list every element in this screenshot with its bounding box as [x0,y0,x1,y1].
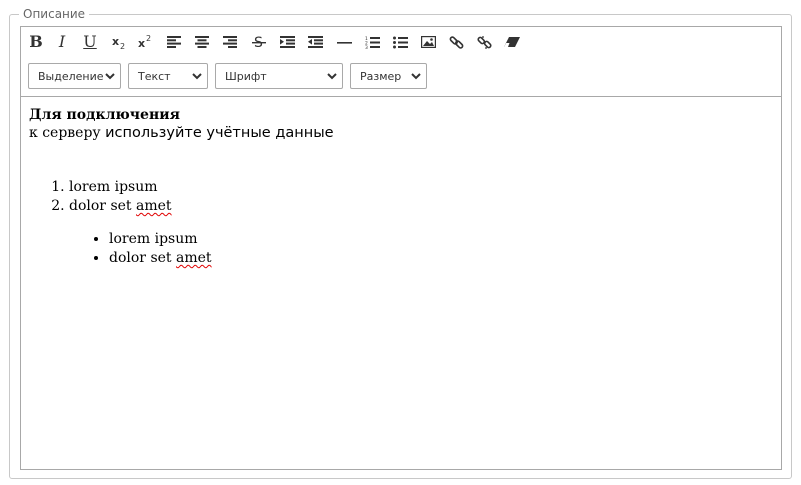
bold-line: Для подключения [29,107,180,123]
italic-icon: I [58,32,66,51]
bold-icon: B [29,32,43,51]
list-item: lorem ipsum [109,230,773,249]
unordered-list: lorem ipsum dolor set amet [29,230,773,268]
list-item-text: dolor set amet [109,250,212,266]
outdent-icon [307,36,323,48]
selection-format-label: Выделение [38,69,104,83]
align-left-icon [167,36,181,48]
indent-button[interactable] [276,30,298,54]
chevron-down-icon [192,73,202,80]
text-color-select[interactable]: Текст [128,63,208,89]
editor-content-area[interactable]: Для подключения к серверу используйте уч… [21,98,781,469]
underline-button[interactable]: U [79,30,101,54]
subscript-button[interactable]: x 2 [109,30,131,54]
list-item: dolor set amet [69,197,773,216]
spellcheck-word: amet [136,198,172,214]
text-color-label: Текст [138,69,171,83]
align-right-button[interactable] [219,30,241,54]
description-legend: Описание [19,6,90,22]
font-size-select[interactable]: Размер [350,63,427,89]
selection-format-select[interactable]: Выделение [28,63,121,89]
insert-image-button[interactable] [417,30,439,54]
svg-text:x: x [112,35,119,48]
list-item: dolor set amet [109,249,773,268]
align-center-button[interactable] [191,30,213,54]
align-center-icon [195,36,209,48]
serif-segment: к серверу [29,125,106,141]
eraser-icon [504,37,520,47]
superscript-button[interactable]: x 2 [135,30,157,54]
align-right-icon [223,36,237,48]
underline-icon: U [83,32,97,51]
svg-text:3: 3 [365,45,368,49]
list-item-text: dolor set amet [69,198,172,214]
unlink-icon [476,35,492,49]
remove-link-button[interactable] [473,30,495,54]
ordered-list-button[interactable]: 1 2 3 [361,30,383,54]
font-family-label: Шрифт [225,69,267,83]
bold-button[interactable]: B [25,30,47,54]
indent-icon [279,36,295,48]
italic-button[interactable]: I [51,30,73,54]
editor-toolbar: B I U x 2 x 2 S 1 2 3 Выделение Текст Шр… [21,27,781,97]
ordered-list-icon: 1 2 3 [365,36,380,49]
clear-formatting-button[interactable] [501,30,523,54]
horizontal-rule-icon [336,42,352,44]
outdent-button[interactable] [304,30,326,54]
horizontal-rule-button[interactable] [333,30,355,54]
align-left-button[interactable] [163,30,185,54]
mixed-font-line: к серверу используйте учётные данные [29,124,773,143]
unordered-list-icon [392,36,408,48]
link-icon [449,35,463,49]
rich-text-editor: B I U x 2 x 2 S 1 2 3 Выделение Текст Шр… [20,26,782,470]
font-family-select[interactable]: Шрифт [215,63,343,89]
superscript-icon: x 2 [138,34,151,50]
chevron-down-icon [105,73,115,80]
strikethrough-button[interactable]: S [248,30,270,54]
svg-text:2: 2 [120,42,125,50]
ordered-list: lorem ipsum dolor set amet [29,178,773,216]
subscript-icon: x 2 [112,35,125,50]
unordered-list-button[interactable] [389,30,411,54]
image-icon [420,36,436,48]
chevron-down-icon [327,73,337,80]
svg-text:x: x [138,37,145,50]
spellcheck-word: amet [176,250,212,266]
insert-link-button[interactable] [445,30,467,54]
chevron-down-icon [411,73,421,80]
list-item: lorem ipsum [69,178,773,197]
sans-segment: используйте учётные данные [105,125,334,141]
svg-text:2: 2 [146,34,151,43]
font-size-label: Размер [360,69,402,83]
strikethrough-icon: S [252,35,266,50]
